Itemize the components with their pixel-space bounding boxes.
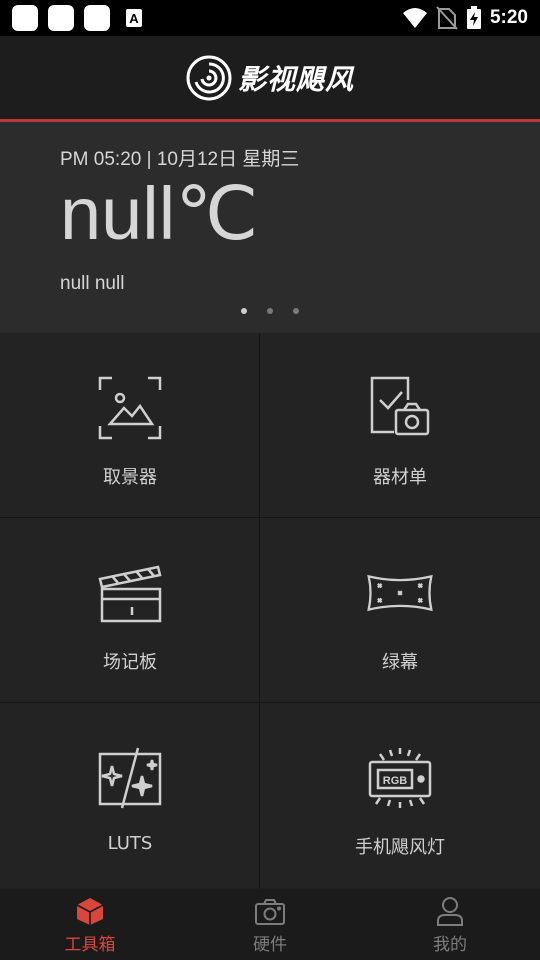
tool-clapperboard[interactable]: 场记板 — [0, 518, 260, 703]
weather-banner[interactable]: PM 05:20 | 10月12日 星期三 null℃ null null — [0, 122, 540, 333]
nav-label: 我的 — [433, 935, 467, 955]
status-bar-notifications: A — [12, 5, 142, 31]
green-screen-icon — [367, 574, 433, 612]
logo-text: 影视飓风 — [237, 63, 354, 96]
viewfinder-icon — [98, 376, 162, 440]
tool-rgb-light[interactable]: RGB 手机飓风灯 — [260, 703, 540, 888]
bottom-nav: 工具箱 硬件 我的 — [0, 889, 540, 960]
notification-icon — [48, 5, 74, 31]
notification-icon — [12, 5, 38, 31]
wifi-icon — [402, 8, 427, 28]
app-header: 影视飓风 — [0, 36, 540, 120]
nav-label: 硬件 — [253, 935, 287, 955]
app-screen: A 5:20 影视飓风 PM 05:20 | 10月12日 星期三 null℃ … — [0, 0, 540, 960]
font-a-icon: A — [126, 9, 142, 27]
person-icon — [437, 897, 463, 926]
equipment-list-icon — [370, 376, 430, 436]
weather-temperature: null℃ — [60, 172, 259, 255]
tool-label: 器材单 — [373, 467, 427, 488]
tool-green-screen[interactable]: 绿幕 — [260, 518, 540, 703]
tool-label: 绿幕 — [382, 652, 418, 673]
tool-equipment-list[interactable]: 器材单 — [260, 333, 540, 518]
grid-divider — [0, 702, 540, 703]
notification-icon — [84, 5, 110, 31]
page-dot — [241, 308, 247, 314]
tool-label: 手机飓风灯 — [355, 837, 445, 858]
nav-label: 工具箱 — [64, 935, 116, 955]
clapperboard-icon — [98, 565, 162, 623]
no-sim-icon — [436, 6, 458, 30]
tools-grid: 取景器 器材单 场记板 绿幕 LUTS RGB 手机飓风灯 — [0, 333, 540, 889]
weather-description: null null — [60, 273, 125, 294]
camera-icon — [255, 899, 285, 925]
nav-toolbox[interactable]: 工具箱 — [0, 889, 180, 960]
weather-datetime: PM 05:20 | 10月12日 星期三 — [60, 149, 300, 170]
tool-label: 取景器 — [103, 467, 157, 488]
svg-text:A: A — [129, 11, 139, 26]
tool-label: 场记板 — [103, 652, 157, 673]
logo-swirl-icon — [186, 55, 232, 101]
grid-divider — [259, 333, 260, 889]
battery-charging-icon — [466, 6, 481, 29]
page-dot — [293, 308, 299, 314]
tool-label: LUTS — [107, 833, 153, 854]
banner-page-indicator — [0, 308, 540, 314]
toolbox-cube-icon — [76, 898, 104, 925]
nav-profile[interactable]: 我的 — [360, 889, 540, 960]
tool-viewfinder[interactable]: 取景器 — [0, 333, 260, 518]
nav-hardware[interactable]: 硬件 — [180, 889, 360, 960]
rgb-light-icon: RGB — [368, 748, 432, 808]
luts-icon — [98, 747, 162, 809]
page-dot — [267, 308, 273, 314]
brand-logo: 影视飓风 — [186, 55, 354, 101]
tool-luts[interactable]: LUTS — [0, 703, 260, 888]
grid-divider — [0, 517, 540, 518]
svg-text:RGB: RGB — [383, 775, 408, 787]
status-time: 5:20 — [489, 7, 528, 28]
status-bar: A 5:20 — [0, 0, 540, 36]
